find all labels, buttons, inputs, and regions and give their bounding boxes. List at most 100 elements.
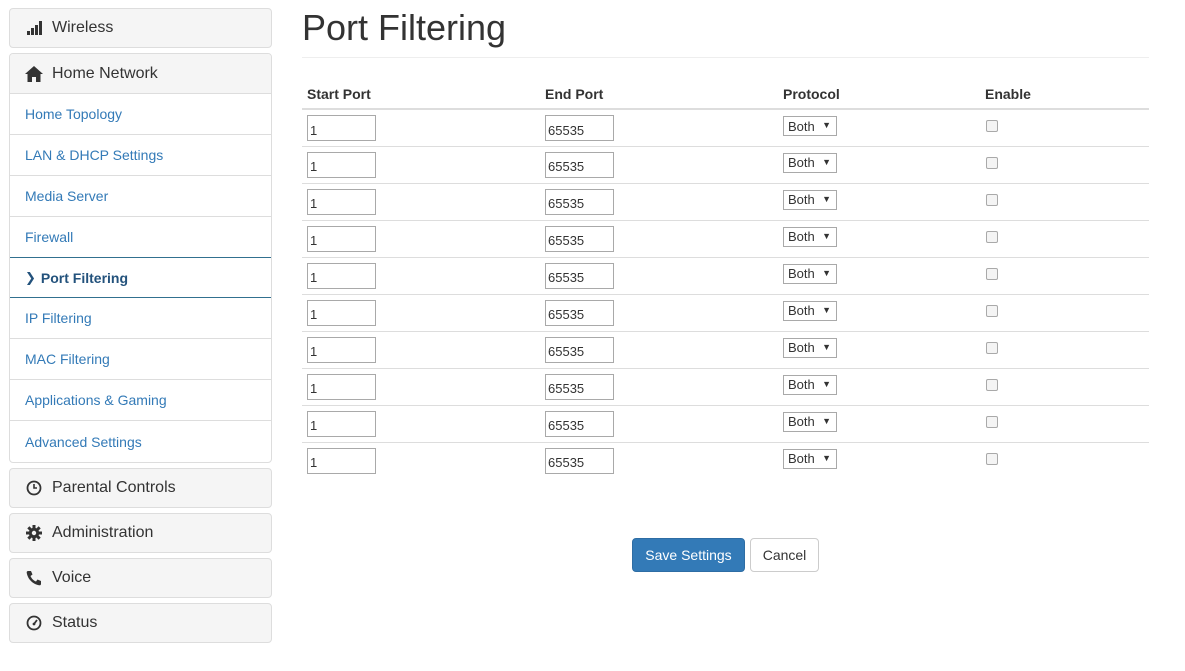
- sidebar-item-advanced-settings[interactable]: Advanced Settings: [10, 421, 271, 462]
- table-row: Both ▼: [302, 405, 1149, 443]
- protocol-select[interactable]: Both ▼: [783, 226, 837, 247]
- home-icon: [25, 65, 43, 83]
- caret-down-icon: ▼: [822, 341, 831, 352]
- nav-status-label: Status: [52, 614, 98, 631]
- start-port-input[interactable]: [307, 299, 376, 326]
- sidebar-item-label: Home Topology: [25, 106, 123, 122]
- caret-down-icon: ▼: [822, 452, 831, 463]
- enable-checkbox[interactable]: [986, 230, 998, 243]
- nav-administration[interactable]: Administration: [9, 513, 272, 553]
- phone-icon: [25, 569, 43, 587]
- end-port-input[interactable]: [545, 262, 614, 289]
- end-port-input[interactable]: [545, 188, 614, 215]
- enable-checkbox[interactable]: [986, 304, 998, 317]
- start-port-input[interactable]: [307, 151, 376, 178]
- nav-home-network[interactable]: Home Network: [10, 54, 271, 94]
- protocol-select[interactable]: Both ▼: [783, 374, 837, 395]
- sidebar-item-label: Port Filtering: [40, 269, 129, 286]
- end-port-input[interactable]: [545, 225, 614, 252]
- nav-wireless[interactable]: Wireless: [9, 8, 272, 48]
- protocol-value: Both: [788, 229, 815, 244]
- sidebar-item-label: Advanced Settings: [25, 433, 142, 450]
- start-port-input[interactable]: [307, 336, 376, 363]
- enable-checkbox[interactable]: [986, 156, 998, 169]
- port-filter-table: Start Port End Port Protocol Enable Both…: [302, 84, 1149, 479]
- table-row: Both ▼: [302, 109, 1149, 147]
- home-network-group: Home Network Home Topology LAN & DHCP Se…: [9, 53, 272, 463]
- save-settings-button[interactable]: Save Settings: [632, 538, 745, 572]
- enable-checkbox[interactable]: [986, 341, 998, 354]
- col-end-port: End Port: [540, 84, 778, 110]
- start-port-input[interactable]: [307, 188, 376, 215]
- end-port-input[interactable]: [545, 410, 614, 437]
- chevron-right-icon: ❯: [25, 269, 36, 285]
- table-row: Both ▼: [302, 183, 1149, 221]
- signal-bars-icon: [25, 19, 43, 37]
- protocol-value: Both: [788, 155, 815, 170]
- table-row: Both ▼: [302, 146, 1149, 184]
- enable-checkbox[interactable]: [986, 452, 998, 465]
- start-port-input[interactable]: [307, 410, 376, 437]
- enable-checkbox[interactable]: [986, 120, 998, 132]
- sidebar-item-label: Applications & Gaming: [25, 392, 167, 408]
- cancel-button[interactable]: Cancel: [750, 538, 819, 572]
- sidebar-item-port-filtering[interactable]: ❯ Port Filtering: [10, 257, 271, 298]
- caret-down-icon: ▼: [822, 304, 831, 315]
- nav-voice-label: Voice: [52, 569, 92, 586]
- protocol-select[interactable]: Both ▼: [783, 300, 837, 321]
- sidebar-item-ip-filtering[interactable]: IP Filtering: [10, 298, 271, 339]
- nav-wireless-label: Wireless: [52, 19, 114, 36]
- start-port-input[interactable]: [307, 115, 376, 141]
- protocol-select[interactable]: Both ▼: [783, 116, 837, 136]
- caret-down-icon: ▼: [822, 193, 831, 204]
- caret-down-icon: ▼: [822, 120, 831, 130]
- protocol-value: Both: [788, 266, 815, 281]
- gear-icon: [25, 524, 43, 542]
- end-port-input[interactable]: [545, 115, 614, 141]
- protocol-select[interactable]: Both ▼: [783, 263, 837, 284]
- protocol-select[interactable]: Both ▼: [783, 337, 837, 358]
- nav-parental-controls[interactable]: Parental Controls: [9, 468, 272, 508]
- caret-down-icon: ▼: [822, 230, 831, 241]
- sidebar-item-firewall[interactable]: Firewall: [10, 217, 271, 258]
- start-port-input[interactable]: [307, 225, 376, 252]
- end-port-input[interactable]: [545, 373, 614, 400]
- form-actions: Save Settings Cancel: [632, 538, 819, 572]
- start-port-input[interactable]: [307, 447, 376, 474]
- sidebar-item-applications-gaming[interactable]: Applications & Gaming: [10, 380, 271, 421]
- caret-down-icon: ▼: [822, 415, 831, 426]
- table-row: Both ▼: [302, 368, 1149, 406]
- protocol-value: Both: [788, 192, 815, 207]
- sidebar-item-mac-filtering[interactable]: MAC Filtering: [10, 339, 271, 380]
- nav-status[interactable]: Status: [9, 603, 272, 643]
- protocol-select[interactable]: Both ▼: [783, 189, 837, 210]
- caret-down-icon: ▼: [822, 267, 831, 278]
- col-start-port: Start Port: [302, 84, 540, 110]
- start-port-input[interactable]: [307, 373, 376, 400]
- sidebar-item-label: LAN & DHCP Settings: [25, 147, 164, 163]
- sidebar-item-label: IP Filtering: [25, 310, 92, 326]
- nav-voice[interactable]: Voice: [9, 558, 272, 598]
- enable-checkbox[interactable]: [986, 193, 998, 206]
- protocol-select[interactable]: Both ▼: [783, 448, 837, 469]
- sidebar-item-home-topology[interactable]: Home Topology: [10, 94, 271, 135]
- protocol-select[interactable]: Both ▼: [783, 411, 837, 432]
- start-port-input[interactable]: [307, 262, 376, 289]
- end-port-input[interactable]: [545, 299, 614, 326]
- sidebar: Wireless Home Network Home Topology LAN …: [9, 8, 272, 648]
- sidebar-item-media-server[interactable]: Media Server: [10, 176, 271, 217]
- col-protocol: Protocol: [778, 84, 980, 110]
- dashboard-icon: [25, 614, 43, 632]
- main-content: Port Filtering Start Port End Port Proto…: [302, 0, 1149, 572]
- enable-checkbox[interactable]: [986, 267, 998, 280]
- end-port-input[interactable]: [545, 447, 614, 474]
- enable-checkbox[interactable]: [986, 378, 998, 391]
- table-row: Both ▼: [302, 220, 1149, 258]
- protocol-select[interactable]: Both ▼: [783, 152, 837, 173]
- table-header-row: Start Port End Port Protocol Enable: [302, 84, 1149, 110]
- sidebar-item-label: MAC Filtering: [25, 351, 110, 367]
- end-port-input[interactable]: [545, 336, 614, 363]
- enable-checkbox[interactable]: [986, 415, 998, 428]
- sidebar-item-lan-dhcp[interactable]: LAN & DHCP Settings: [10, 135, 271, 176]
- end-port-input[interactable]: [545, 151, 614, 178]
